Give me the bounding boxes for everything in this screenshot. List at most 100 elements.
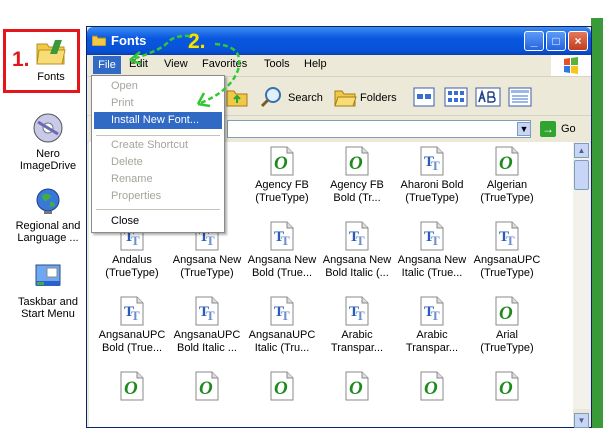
font-type: Transpar... xyxy=(405,342,459,354)
menu-item-close[interactable]: Close xyxy=(94,213,222,230)
windows-flag-icon xyxy=(564,57,578,74)
font-item[interactable]: T T AngsanaUPC Italic (Tru... xyxy=(245,296,319,355)
font-item[interactable]: O xyxy=(320,371,394,417)
svg-text:T: T xyxy=(431,308,440,323)
chevron-down-icon: ▼ xyxy=(519,124,529,134)
font-name: Andalus xyxy=(112,254,152,266)
desktop-wallpaper-edge xyxy=(591,18,603,428)
desktop-icon-label: Language ... xyxy=(17,232,79,244)
font-item[interactable]: O xyxy=(95,371,169,417)
font-type: Bold (Tr... xyxy=(333,192,381,204)
desktop-icon-label: Fonts xyxy=(37,71,65,83)
desktop-icon-taskbar[interactable]: Taskbar and Start Menu xyxy=(6,262,90,320)
details-view-icon[interactable] xyxy=(508,87,532,107)
menu-item-create-shortcut[interactable]: Create Shortcut xyxy=(94,137,222,154)
font-item[interactable]: O xyxy=(170,371,244,417)
address-dropdown-button[interactable]: ▼ xyxy=(517,122,531,136)
opentype-icon: O xyxy=(345,146,369,176)
step-arrow-annotation xyxy=(129,34,241,108)
search-button-label[interactable]: Search xyxy=(288,92,323,104)
font-type: Italic (True... xyxy=(401,267,463,279)
go-button-label[interactable]: Go xyxy=(561,123,576,135)
taskbar-icon xyxy=(35,264,61,286)
truetype-icon: TT xyxy=(420,296,444,326)
font-item[interactable]: T T Arabic Transpar... xyxy=(320,296,394,355)
maximize-button[interactable]: □ xyxy=(546,31,566,51)
folders-button-label[interactable]: Folders xyxy=(360,92,397,104)
search-icon[interactable] xyxy=(259,85,283,109)
opentype-icon: O xyxy=(420,371,444,401)
go-arrow-icon[interactable]: → xyxy=(540,121,556,137)
font-item[interactable]: O Algerian (TrueType) xyxy=(470,146,544,205)
font-type: Italic (Tru... xyxy=(254,342,310,354)
truetype-icon: TT xyxy=(345,296,369,326)
menu-tools[interactable]: Tools xyxy=(264,58,290,70)
scroll-thumb[interactable] xyxy=(574,160,589,190)
opentype-icon: O xyxy=(120,371,144,401)
font-item[interactable]: O xyxy=(470,371,544,417)
desktop-icon-regional[interactable]: Regional and Language ... xyxy=(6,186,90,244)
desktop-icon-nero[interactable]: Nero ImageDrive xyxy=(8,112,88,172)
font-item[interactable]: O xyxy=(395,371,469,417)
close-button[interactable]: × xyxy=(568,31,588,51)
font-item[interactable]: T T AngsanaUPC (TrueType) xyxy=(470,221,544,280)
font-name: AngsanaUPC xyxy=(98,329,166,341)
font-name: Arial xyxy=(495,329,518,341)
svg-text:T: T xyxy=(356,233,365,248)
font-type: (TrueType) xyxy=(405,192,459,204)
large-icons-view-icon[interactable] xyxy=(413,87,435,107)
font-type: (TrueType) xyxy=(480,192,534,204)
truetype-icon: TT xyxy=(345,221,369,251)
scroll-up-button[interactable]: ▲ xyxy=(574,143,589,158)
svg-text:T: T xyxy=(131,308,140,323)
menu-help[interactable]: Help xyxy=(304,58,327,70)
scroll-down-button[interactable]: ▼ xyxy=(574,413,589,428)
font-item[interactable]: T T Angsana New Italic (True... xyxy=(395,221,469,280)
svg-text:O: O xyxy=(274,378,288,399)
font-item[interactable]: T T AngsanaUPC Bold Italic ... xyxy=(170,296,244,355)
font-item[interactable]: O Arial (TrueType) xyxy=(470,296,544,355)
address-input[interactable] xyxy=(227,120,531,138)
font-preview-icon[interactable] xyxy=(475,87,501,107)
font-type: Transpar... xyxy=(330,342,384,354)
svg-text:T: T xyxy=(281,233,290,248)
font-item[interactable]: O xyxy=(245,371,319,417)
font-name: AngsanaUPC xyxy=(473,254,541,266)
font-type: Bold (True... xyxy=(251,267,313,279)
menu-file[interactable]: File xyxy=(93,56,121,74)
minimize-button[interactable]: _ xyxy=(524,31,544,51)
font-type: Bold Italic (... xyxy=(325,267,389,279)
font-type: (TrueType) xyxy=(180,267,234,279)
svg-text:T: T xyxy=(131,233,140,248)
menu-item-properties[interactable]: Properties xyxy=(94,188,222,205)
svg-text:T: T xyxy=(431,158,440,173)
font-item[interactable]: T T Angsana New Bold Italic (... xyxy=(320,221,394,280)
font-name: Angsana New xyxy=(172,254,242,266)
desktop: 1. Fonts Nero ImageDrive Regional and La… xyxy=(0,0,88,428)
truetype-icon: TT xyxy=(270,221,294,251)
svg-text:O: O xyxy=(424,378,438,399)
menu-item-rename[interactable]: Rename xyxy=(94,171,222,188)
vertical-scrollbar[interactable]: ▲ ▼ xyxy=(573,142,590,428)
font-item[interactable]: O Agency FB Bold (Tr... xyxy=(320,146,394,205)
desktop-icon-label: ImageDrive xyxy=(19,160,77,172)
truetype-icon: TT xyxy=(495,221,519,251)
thumbnail-view-icon[interactable] xyxy=(444,87,468,107)
menu-item-delete[interactable]: Delete xyxy=(94,154,222,171)
truetype-icon: TT xyxy=(420,146,444,176)
desktop-icon-fonts[interactable]: Fonts xyxy=(16,37,86,83)
menu-separator xyxy=(96,135,220,136)
font-name: Arabic xyxy=(416,329,448,341)
opentype-icon: O xyxy=(270,146,294,176)
font-item[interactable]: T T Arabic Transpar... xyxy=(395,296,469,355)
svg-text:T: T xyxy=(431,233,440,248)
svg-text:O: O xyxy=(124,378,138,399)
font-item[interactable]: O Agency FB (TrueType) xyxy=(245,146,319,205)
font-name: Aharoni Bold xyxy=(400,179,464,191)
font-item[interactable]: T T Angsana New Bold (True... xyxy=(245,221,319,280)
folders-icon[interactable] xyxy=(333,85,357,109)
desktop-icon-label: Nero xyxy=(36,148,60,160)
font-item[interactable]: T T AngsanaUPC Bold (True... xyxy=(95,296,169,355)
font-item[interactable]: T T Aharoni Bold (TrueType) xyxy=(395,146,469,205)
svg-text:O: O xyxy=(274,153,288,174)
